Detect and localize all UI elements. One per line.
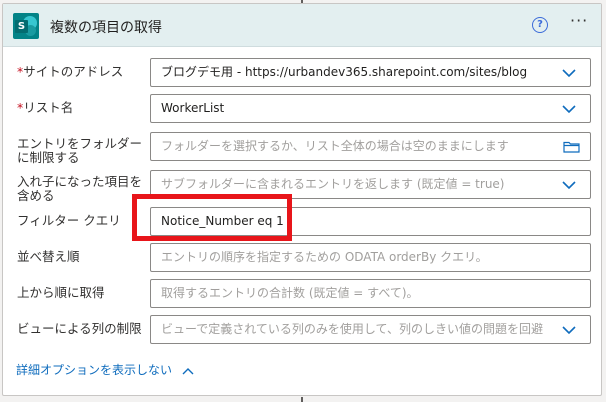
folder-icon[interactable] — [563, 141, 580, 153]
site-address-dropdown[interactable]: ブログデモ用 - https://urbandev365.sharepoint.… — [150, 58, 591, 87]
folder-label: エントリをフォルダーに制限する — [17, 136, 143, 165]
sharepoint-icon: S — [13, 13, 39, 39]
top-count-label: 上から順に取得 — [17, 285, 105, 300]
action-header[interactable]: S 複数の項目の取得 ? ··· — [3, 4, 601, 47]
orderby-input[interactable]: エントリの順序を指定するための ODATA orderBy クエリ。 — [150, 243, 591, 272]
nested-label: 入れ子になった項目を含める — [17, 174, 143, 203]
list-name-dropdown[interactable]: WorkerList — [150, 94, 591, 123]
filter-label: フィルター クエリ — [17, 213, 121, 228]
folder-input[interactable]: フォルダーを選択するか、リスト全体の場合は空のままにします — [150, 132, 591, 161]
chevron-down-icon[interactable] — [562, 68, 576, 78]
list-name-label: *リスト名 — [17, 100, 74, 115]
help-icon[interactable]: ? — [532, 17, 548, 33]
sharepoint-letter: S — [15, 20, 28, 33]
top-count-input[interactable]: 取得するエントリの合計数 (既定値 = すべて)。 — [150, 279, 591, 308]
orderby-label: 並べ替え順 — [17, 249, 80, 264]
filter-highlight-box — [132, 194, 292, 241]
more-options-icon[interactable]: ··· — [570, 11, 588, 30]
action-card: S 複数の項目の取得 ? ··· *サイトのアドレス ブログデモ用 - http… — [2, 3, 602, 396]
flow-connector-bottom — [301, 397, 303, 402]
chevron-down-icon[interactable] — [562, 104, 576, 114]
chevron-down-icon[interactable] — [562, 325, 576, 335]
action-title[interactable]: 複数の項目の取得 — [50, 17, 162, 37]
chevron-down-icon[interactable] — [562, 180, 576, 190]
hide-advanced-options-link[interactable]: 詳細オプションを表示しない — [16, 361, 194, 378]
view-limit-label: ビューによる列の制限 — [17, 321, 142, 336]
view-limit-dropdown[interactable]: ビューで定義されている列のみを使用して、列のしきい値の問題を回避 — [150, 315, 591, 344]
chevron-up-icon[interactable] — [182, 367, 194, 375]
site-address-label: *サイトのアドレス — [17, 64, 124, 79]
